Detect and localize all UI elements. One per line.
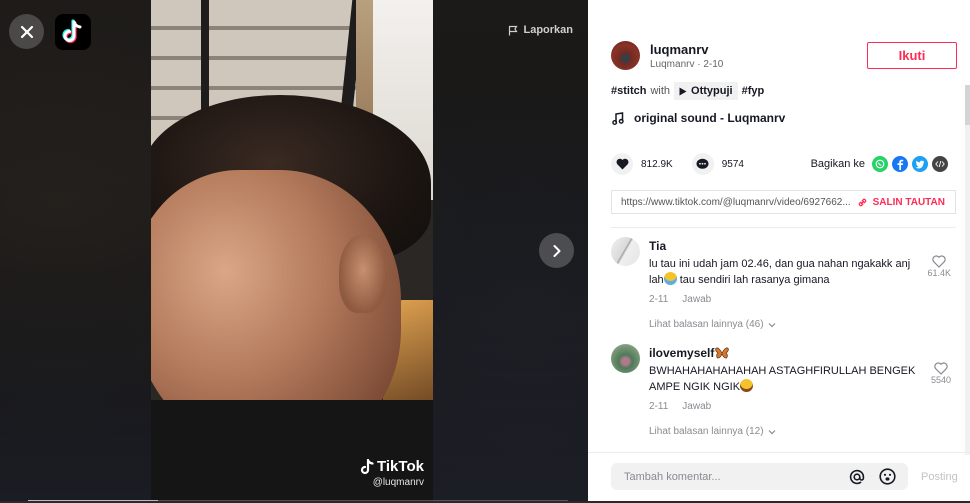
comment-like-button[interactable]: 61.4K: [927, 255, 951, 278]
comment-date: 2-11: [649, 294, 669, 305]
share-section: Bagikan ke: [811, 156, 948, 172]
comment-like-count: 61.4K: [927, 268, 951, 278]
follow-button[interactable]: Ikuti: [867, 42, 957, 69]
video-caption: #stitch with Ottypuji #fyp: [611, 82, 764, 100]
chevron-down-icon: [768, 429, 775, 434]
whatsapp-icon: [875, 159, 885, 169]
view-more-replies-label: Lihat balasan lainnya (12): [649, 426, 764, 437]
reply-button[interactable]: Jawab: [682, 401, 711, 412]
heart-outline-icon: [932, 255, 946, 268]
caption-with-text: with: [650, 85, 671, 97]
comments-scrollbar[interactable]: [965, 85, 970, 455]
play-icon: [679, 87, 687, 95]
facebook-icon: [897, 159, 904, 170]
reply-button[interactable]: Jawab: [682, 294, 711, 305]
facebook-share-button[interactable]: [892, 156, 908, 172]
comment-action: 9574: [691, 153, 744, 175]
comment-text: BWHAHAHAHAHAHAH ASTAGHFIRULLAH BENGEK AM…: [649, 363, 924, 395]
scrollbar-thumb[interactable]: [965, 85, 970, 125]
details-panel: luqmanrv Luqmanrv · 2-10 Ikuti #stitch w…: [588, 0, 970, 503]
report-button[interactable]: Laporkan: [508, 24, 573, 36]
action-bar: 812.9K 9574 Bagikan ke: [611, 152, 948, 176]
divider: [611, 227, 956, 228]
video-subject: [339, 235, 387, 313]
comment-bubble-icon: [696, 158, 709, 169]
comment-button[interactable]: [691, 153, 714, 175]
comment-item: ilovemyself BWHAHAHAHAHAHAH ASTAGHFIRULL…: [611, 344, 956, 412]
chevron-right-icon: [553, 244, 560, 257]
flag-icon: [509, 25, 519, 35]
tiktok-logo[interactable]: [55, 14, 91, 50]
tiktok-logo-icon: [62, 19, 82, 44]
post-comment-button[interactable]: Posting: [921, 471, 958, 483]
video-watermark: TikTok @luqmanrv: [360, 458, 424, 488]
sound-title: original sound - Luqmanrv: [634, 111, 786, 125]
view-more-replies[interactable]: Lihat balasan lainnya (46): [649, 319, 956, 330]
copy-link-label: SALIN TAUTAN: [872, 196, 945, 208]
commenter-username[interactable]: ilovemyself: [649, 346, 714, 360]
comment-count: 9574: [721, 158, 744, 170]
mention-button[interactable]: [848, 468, 866, 486]
video-link-box[interactable]: https://www.tiktok.com/@luqmanrv/video/6…: [611, 190, 956, 214]
author-username[interactable]: luqmanrv: [650, 42, 723, 57]
twitter-icon: [915, 160, 925, 169]
close-icon: [20, 25, 33, 38]
comment-text-part: tau sendiri lah rasanya gimana: [676, 274, 830, 286]
twitter-share-button[interactable]: [912, 156, 928, 172]
view-more-replies[interactable]: Lihat balasan lainnya (12): [649, 426, 956, 437]
author-subline: Luqmanrv · 2-10: [650, 58, 724, 70]
video-frame[interactable]: [151, 0, 433, 503]
video-link-url[interactable]: https://www.tiktok.com/@luqmanrv/video/6…: [621, 197, 857, 208]
heart-icon: [616, 158, 628, 170]
heart-outline-icon: [934, 362, 948, 375]
commenter-avatar[interactable]: [611, 344, 640, 373]
next-video-button[interactable]: [539, 233, 574, 268]
like-button[interactable]: [611, 153, 633, 175]
comment-list: Tia lu tau ini udah jam 02.46, dan gua n…: [611, 237, 956, 437]
tiktok-note-icon: [360, 458, 374, 474]
view-more-replies-label: Lihat balasan lainnya (46): [649, 319, 764, 330]
like-action: 812.9K: [611, 153, 673, 175]
link-icon: [858, 198, 866, 206]
comment-input-container[interactable]: [611, 463, 908, 490]
author-avatar[interactable]: [611, 41, 640, 70]
smiley-icon: [878, 468, 896, 485]
sound-link[interactable]: original sound - Luqmanrv: [612, 111, 785, 125]
share-label: Bagikan ke: [810, 158, 865, 170]
hashtag-stitch[interactable]: #stitch: [611, 85, 646, 97]
watermark-user: @luqmanrv: [372, 477, 424, 488]
stitch-user: Ottypuji: [691, 85, 733, 97]
at-sign-icon: [849, 469, 865, 484]
like-count: 812.9K: [641, 158, 673, 170]
comment-date: 2-11: [649, 401, 669, 412]
embed-share-button[interactable]: [932, 156, 948, 172]
comment-text: lu tau ini udah jam 02.46, dan gua nahan…: [649, 256, 924, 288]
comment-input[interactable]: [624, 470, 848, 483]
emoji-button[interactable]: [878, 468, 896, 486]
embed-code-icon: [935, 160, 945, 168]
music-note-icon: [612, 111, 624, 125]
report-label: Laporkan: [523, 24, 573, 36]
author-info[interactable]: luqmanrv Luqmanrv · 2-10: [611, 41, 723, 70]
comment-text-part: BWHAHAHAHAHAHAH ASTAGHFIRULLAH BENGEK AM…: [649, 365, 916, 393]
butterfly-emoji-icon: [715, 347, 730, 359]
commenter-name-row: ilovemyself: [649, 346, 956, 360]
hashtag-fyp[interactable]: #fyp: [742, 85, 765, 97]
comment-item: Tia lu tau ini udah jam 02.46, dan gua n…: [611, 237, 956, 305]
watermark-brand: TikTok: [377, 458, 424, 475]
comment-like-count: 5540: [930, 375, 951, 385]
comment-composer: Posting: [588, 452, 970, 503]
laughing-emoji-icon: [740, 379, 754, 392]
commenter-avatar[interactable]: [611, 237, 640, 266]
commenter-username[interactable]: Tia: [649, 239, 956, 253]
comment-like-button[interactable]: 5540: [931, 362, 951, 385]
crying-emoji-icon: [663, 272, 677, 285]
whatsapp-share-button[interactable]: [872, 156, 888, 172]
copy-link-button[interactable]: SALIN TAUTAN: [857, 197, 955, 208]
stitch-source-link[interactable]: Ottypuji: [674, 82, 738, 100]
video-player[interactable]: Laporkan TikTok @luqmanrv: [0, 0, 588, 503]
chevron-down-icon: [768, 322, 775, 327]
close-button[interactable]: [9, 14, 44, 49]
